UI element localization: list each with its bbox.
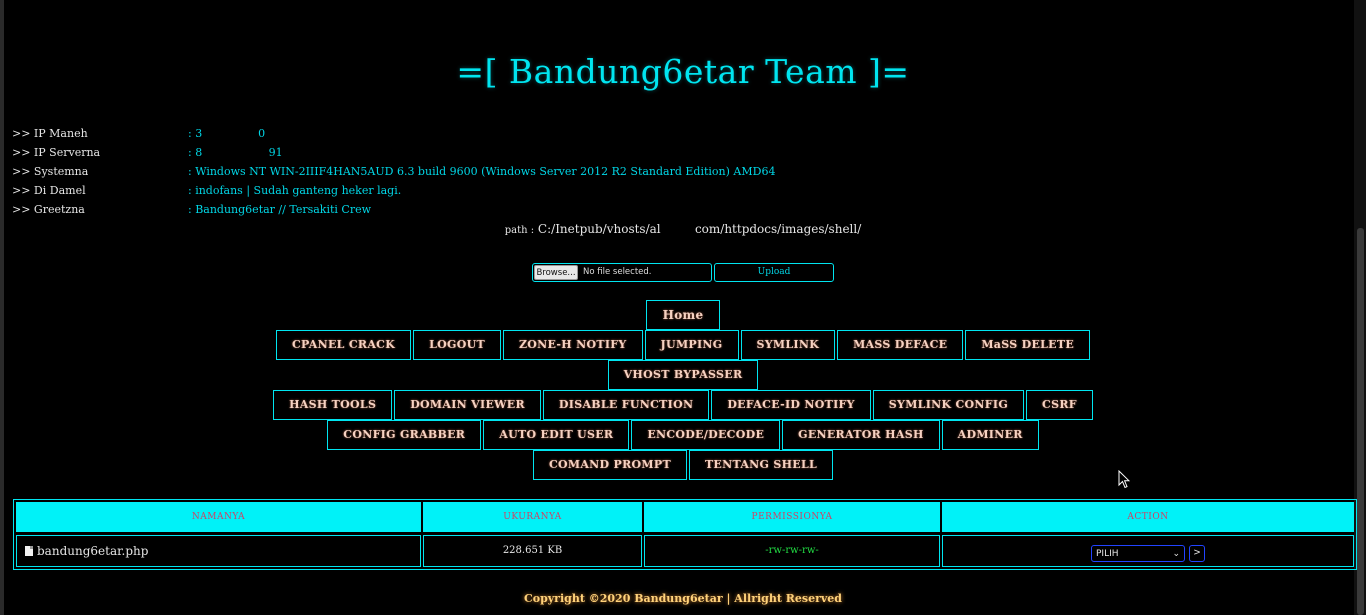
menu-command-prompt-button[interactable]: COMAND PROMPT bbox=[532, 450, 687, 480]
menu-hash-tools-button[interactable]: HASH TOOLS bbox=[273, 390, 393, 420]
info-value: : Windows NT WIN-2IIIF4HAN5AUD 6.3 build… bbox=[188, 165, 776, 178]
file-icon bbox=[25, 546, 33, 556]
chevron-down-icon: ⌄ bbox=[1172, 549, 1180, 559]
path-value[interactable]: C:/Inetpub/vhosts/al com/httpdocs/images… bbox=[538, 222, 861, 236]
menu-mass-delete-button[interactable]: MaSS DELETE bbox=[965, 330, 1091, 360]
file-name-link[interactable]: bandung6etar.php bbox=[37, 544, 148, 558]
info-label: >> IP Serverna bbox=[12, 146, 101, 159]
info-row-ip: >> IP Maneh : 3 0 bbox=[12, 124, 912, 143]
path-label: path : bbox=[504, 225, 535, 236]
info-value: : 8 91 bbox=[188, 146, 283, 159]
menu-row: VHOST BYPASSER bbox=[0, 360, 1366, 390]
menu-csrf-button[interactable]: CSRF bbox=[1026, 390, 1093, 420]
action-select-value: PILIH bbox=[1096, 549, 1119, 559]
menu-cpanel-crack-button[interactable]: CPANEL CRACK bbox=[275, 330, 412, 360]
menu-row: CPANEL CRACK LOGOUT ZONE-H NOTIFY JUMPIN… bbox=[0, 330, 1366, 360]
info-label: >> Systemna bbox=[12, 165, 89, 178]
upload-button[interactable]: Upload bbox=[714, 263, 834, 282]
menu-mass-deface-button[interactable]: MASS DEFACE bbox=[837, 330, 964, 360]
info-value: : 3 0 bbox=[188, 127, 266, 140]
menu-logout-button[interactable]: LOGOUT bbox=[413, 330, 501, 360]
info-value: : indofans | Sudah ganteng heker lagi. bbox=[188, 184, 402, 197]
menu-zone-h-notify-button[interactable]: ZONE-H NOTIFY bbox=[502, 330, 643, 360]
info-value: : Bandung6etar // Tersakiti Crew bbox=[188, 203, 372, 216]
browse-button[interactable]: Browse... bbox=[534, 265, 578, 280]
info-row-user: >> Di Damel : indofans | Sudah ganteng h… bbox=[12, 181, 912, 200]
menu-row: Home bbox=[0, 300, 1366, 330]
menu-disable-function-button[interactable]: DISABLE FUNCTION bbox=[542, 390, 710, 420]
info-label: >> IP Maneh bbox=[12, 127, 88, 140]
menu-vhost-bypasser-button[interactable]: VHOST BYPASSER bbox=[607, 360, 759, 390]
page-title: =[ Bandung6etar Team ]= bbox=[456, 52, 910, 91]
menu-encode-decode-button[interactable]: ENCODE/DECODE bbox=[631, 420, 781, 450]
menu-symlink-button[interactable]: SYMLINK bbox=[740, 330, 836, 360]
column-header-name: NAMANYA bbox=[16, 502, 421, 532]
server-info: >> IP Maneh : 3 0 >> IP Serverna : 8 91 … bbox=[12, 124, 912, 219]
menu-row: HASH TOOLS DOMAIN VIEWER DISABLE FUNCTIO… bbox=[0, 390, 1366, 420]
action-select[interactable]: PILIH ⌄ bbox=[1091, 545, 1185, 562]
menu-deface-id-notify-button[interactable]: DEFACE-ID NOTIFY bbox=[711, 390, 871, 420]
file-table: NAMANYA UKURANYA PERMISSIONYA ACTION ban… bbox=[13, 499, 1357, 570]
menu-row: CONFIG GRABBER AUTO EDIT USER ENCODE/DEC… bbox=[0, 420, 1366, 450]
column-header-action: ACTION bbox=[942, 502, 1354, 532]
tool-menu: Home CPANEL CRACK LOGOUT ZONE-H NOTIFY J… bbox=[0, 300, 1366, 480]
current-path: path : C:/Inetpub/vhosts/al com/httpdocs… bbox=[0, 222, 1366, 236]
info-label: >> Di Damel bbox=[12, 184, 86, 197]
menu-config-grabber-button[interactable]: CONFIG GRABBER bbox=[327, 420, 482, 450]
menu-generator-hash-button[interactable]: GENERATOR HASH bbox=[782, 420, 940, 450]
info-row-greetz: >> Greetzna : Bandung6etar // Tersakiti … bbox=[12, 200, 912, 219]
cursor-icon bbox=[1118, 470, 1130, 489]
menu-home-button[interactable]: Home bbox=[645, 300, 721, 330]
column-header-permission: PERMISSIONYA bbox=[644, 502, 940, 532]
menu-adminer-button[interactable]: ADMINER bbox=[941, 420, 1039, 450]
file-permission-cell[interactable]: -rw-rw-rw- bbox=[644, 535, 940, 567]
menu-domain-viewer-button[interactable]: DOMAIN VIEWER bbox=[394, 390, 541, 420]
file-name-cell[interactable]: bandung6etar.php bbox=[16, 535, 421, 567]
menu-tentang-shell-button[interactable]: TENTANG SHELL bbox=[688, 450, 834, 480]
column-header-size: UKURANYA bbox=[423, 502, 642, 532]
info-row-system: >> Systemna : Windows NT WIN-2IIIF4HAN5A… bbox=[12, 162, 912, 181]
menu-jumping-button[interactable]: JUMPING bbox=[644, 330, 739, 360]
action-go-button[interactable]: > bbox=[1189, 545, 1205, 562]
menu-auto-edit-user-button[interactable]: AUTO EDIT USER bbox=[483, 420, 630, 450]
menu-row: COMAND PROMPT TENTANG SHELL bbox=[0, 450, 1366, 480]
file-size-cell: 228.651 KB bbox=[423, 535, 642, 567]
file-action-cell: PILIH ⌄ > bbox=[942, 535, 1354, 567]
info-label: >> Greetzna bbox=[12, 203, 85, 216]
file-input[interactable]: Browse... No file selected. bbox=[532, 263, 712, 282]
menu-symlink-config-button[interactable]: SYMLINK CONFIG bbox=[872, 390, 1025, 420]
info-row-server-ip: >> IP Serverna : 8 91 bbox=[12, 143, 912, 162]
file-status: No file selected. bbox=[583, 267, 652, 277]
footer-copyright: Copyright ©2020 Bandung6etar | Allright … bbox=[524, 592, 842, 605]
